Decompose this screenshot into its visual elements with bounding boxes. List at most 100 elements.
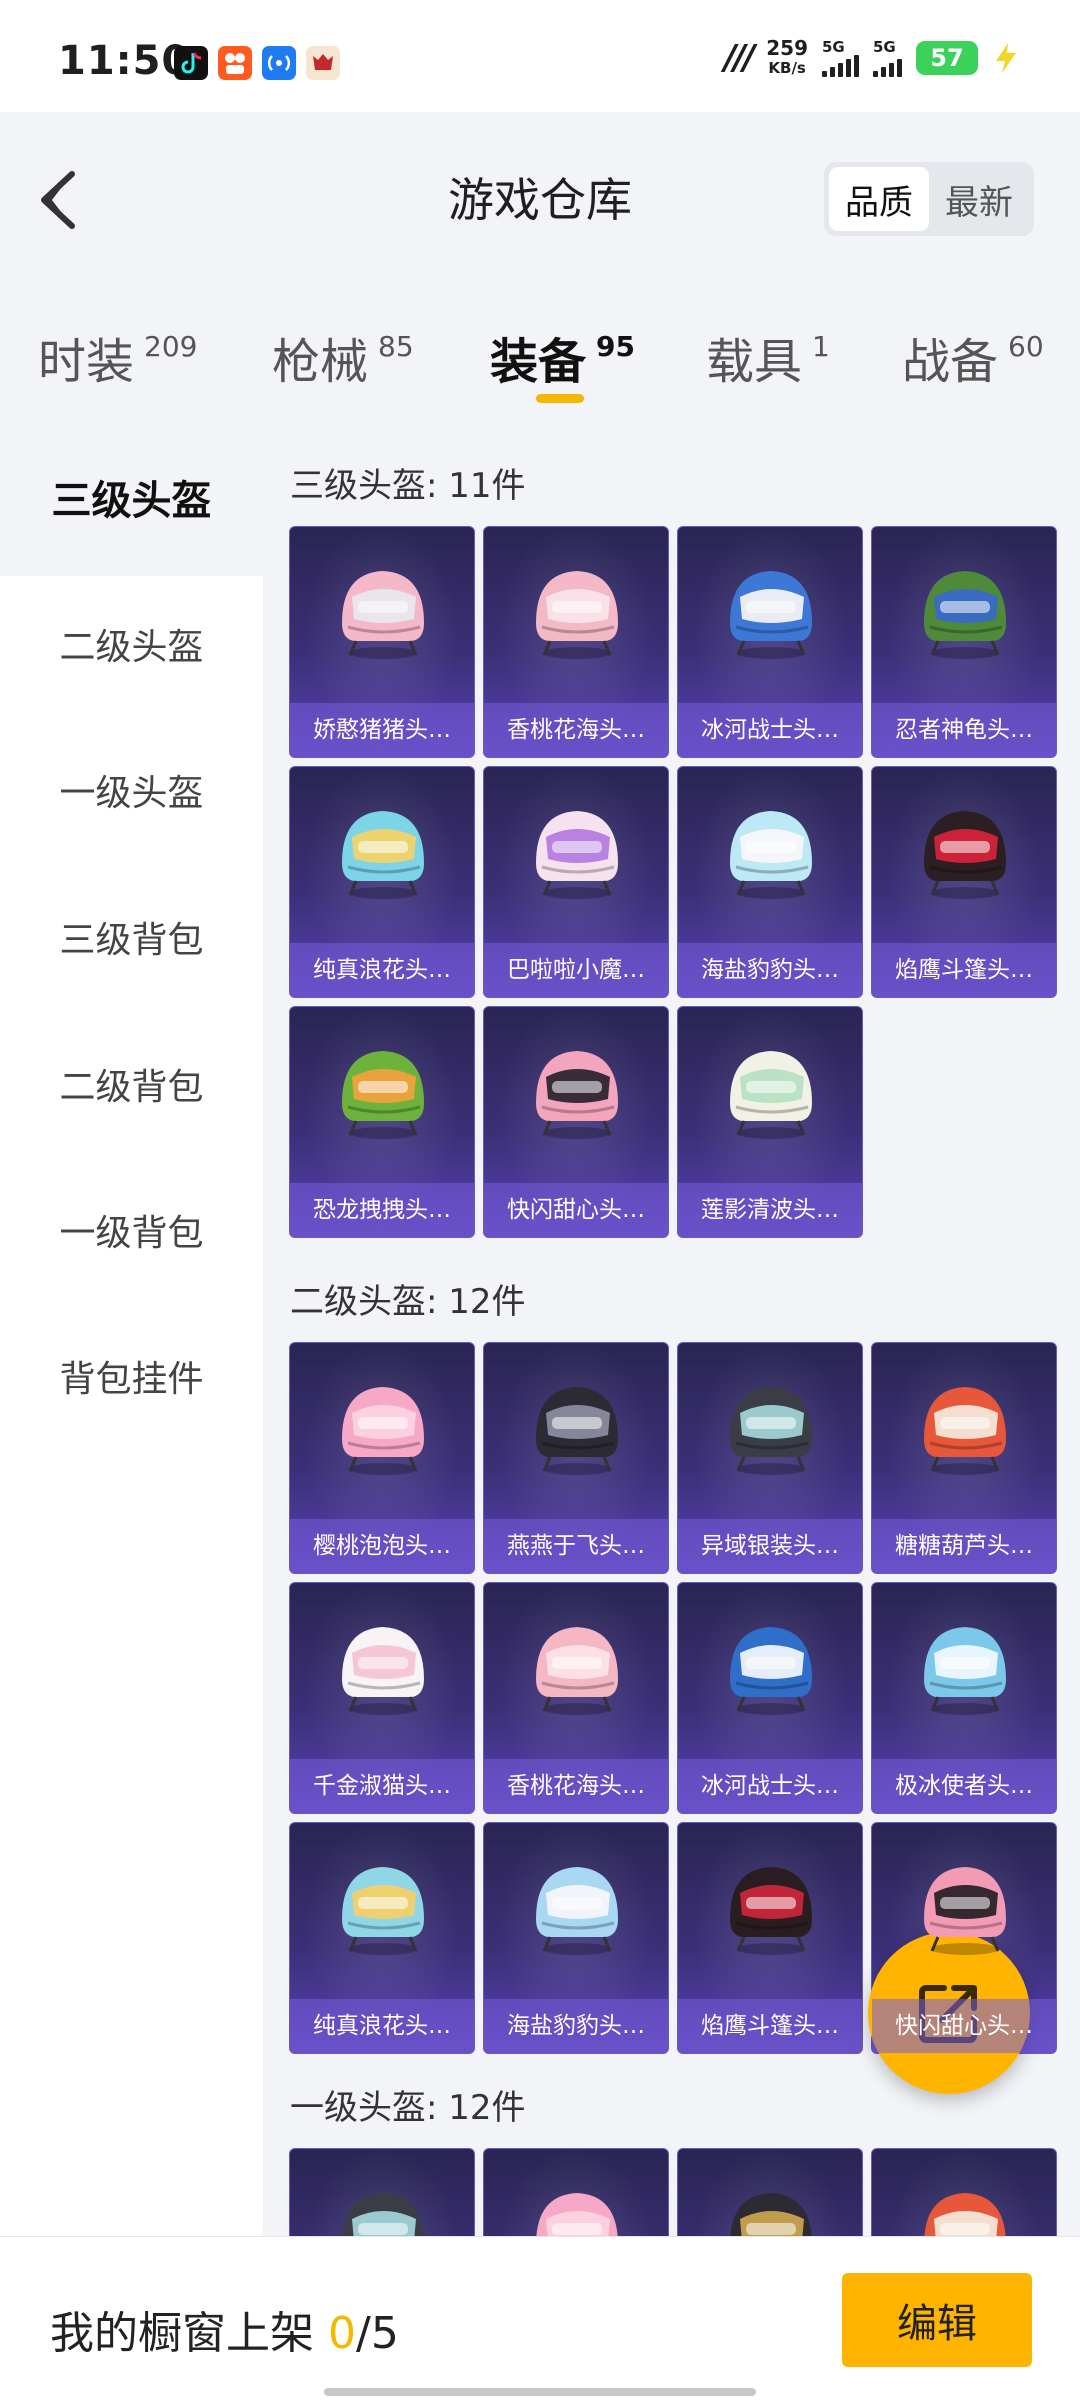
helmet-item-card[interactable]: 糖糖葫芦头… [871, 1342, 1057, 1574]
helmet-item-name: 异域银装头… [678, 1519, 862, 1573]
helmet-item-card[interactable]: 忍者神龟头… [871, 526, 1057, 758]
helmet-icon [536, 1387, 618, 1475]
helmet-item-name: 巴啦啦小魔… [484, 943, 668, 997]
helmet-item-name: 快闪甜心头… [484, 1183, 668, 1237]
network-mode-icon: /// [723, 38, 755, 78]
helmet-icon [536, 1051, 618, 1139]
status-bar: 11:50 /// 259 KB/s 5G 5G 57 [0, 0, 1080, 112]
helmet-item-card[interactable]: 燕燕于飞头… [483, 1342, 669, 1574]
signal-sim1: 5G [822, 39, 859, 77]
sidebar-item-level3-helmet[interactable]: 三级头盔 [0, 426, 263, 576]
helmet-item-card[interactable]: 香桃花海头… [483, 1582, 669, 1814]
helmet-item-card[interactable]: 焰鹰斗篷头… [871, 766, 1057, 998]
tab-vehicles[interactable]: 载具 1 [706, 322, 830, 392]
tab-equipment[interactable]: 装备 95 [490, 322, 635, 392]
status-time: 11:50 [58, 38, 191, 84]
sidebar-item-backpack-charm[interactable]: 背包挂件 [0, 1350, 263, 1402]
helmet-item-card[interactable] [289, 2148, 475, 2236]
helmet-item-name: 莲影清波头… [678, 1183, 862, 1237]
helmet-item-card[interactable] [483, 2148, 669, 2236]
helmet-item-card[interactable]: 极冰使者头… [871, 1582, 1057, 1814]
helmet-item-card[interactable]: 海盐豹豹头… [483, 1822, 669, 2054]
sidebar-item-level2-helmet[interactable]: 二级头盔 [0, 618, 263, 670]
tab-guns[interactable]: 枪械 85 [272, 322, 414, 392]
helmet-item-name: 冰河战士头… [678, 703, 862, 757]
helmet-item-name: 燕燕于飞头… [484, 1519, 668, 1573]
sort-option-quality[interactable]: 品质 [829, 167, 929, 231]
showcase-count: 0 [328, 2308, 356, 2359]
showcase-label: 我的橱窗上架 [50, 2308, 314, 2359]
helmet-icon [730, 811, 812, 899]
sidebar-item-level3-backpack[interactable]: 三级背包 [0, 911, 263, 963]
helmet-item-card[interactable]: 恐龙拽拽头… [289, 1006, 475, 1238]
helmet-item-name: 海盐豹豹头… [484, 1999, 668, 2053]
subcategory-sidebar: 三级头盔 二级头盔 一级头盔 三级背包 二级背包 一级背包 背包挂件 [0, 426, 263, 2236]
helmet-icon [924, 2193, 1006, 2236]
helmet-item-card[interactable]: 海盐豹豹头… [677, 766, 863, 998]
showcase-total: 5 [370, 2308, 399, 2359]
category-tabs: 时装 209 枪械 85 装备 95 载具 1 战备 60 [0, 300, 1080, 410]
helmet-item-card[interactable]: 快闪甜心头… [483, 1006, 669, 1238]
helmet-item-card[interactable]: 千金淑猫头… [289, 1582, 475, 1814]
tab-label: 时装 [38, 334, 135, 390]
home-indicator[interactable] [324, 2388, 756, 2396]
tab-supplies[interactable]: 战备 60 [902, 322, 1044, 392]
helmet-item-card[interactable]: 焰鹰斗篷头… [677, 1822, 863, 2054]
tab-label: 载具 [706, 334, 803, 390]
signal-bars-icon [873, 55, 902, 77]
edit-button[interactable]: 编辑 [842, 2273, 1032, 2367]
section-title: 二级头盔: 12件 [290, 1282, 526, 1322]
helmet-icon [730, 1387, 812, 1475]
helmet-item-card[interactable]: 异域银装头… [677, 1342, 863, 1574]
tab-label: 战备 [902, 334, 999, 390]
helmet-item-card[interactable]: 纯真浪花头… [289, 766, 475, 998]
helmet-item-name: 快闪甜心头… [872, 1999, 1056, 2053]
helmet-item-name: 糖糖葫芦头… [872, 1519, 1056, 1573]
sim2-label: 5G [873, 38, 896, 56]
page-header: 游戏仓库 品质 最新 时装 209 枪械 85 装备 95 载具 1 战备 60 [0, 112, 1080, 426]
helmet-item-card[interactable]: 娇憨猪猪头… [289, 526, 475, 758]
sidebar-item-level1-backpack[interactable]: 一级背包 [0, 1204, 263, 1256]
helmet-item-name: 纯真浪花头… [290, 1999, 474, 2053]
signal-bars-icon [822, 55, 859, 77]
app-root: 11:50 /// 259 KB/s 5G 5G 57 游戏仓库 品质 最新 时… [0, 0, 1080, 2400]
helmet-icon [342, 1627, 424, 1715]
helmet-item-card[interactable]: 香桃花海头… [483, 526, 669, 758]
helmet-icon [924, 1867, 1006, 1955]
helmet-item-card[interactable]: 冰河战士头… [677, 526, 863, 758]
showcase-separator: / [356, 2308, 371, 2359]
helmet-icon [342, 571, 424, 659]
douyin-app-icon [174, 46, 208, 80]
helmet-item-name: 焰鹰斗篷头… [872, 943, 1056, 997]
helmet-item-name: 忍者神龟头… [872, 703, 1056, 757]
sort-option-latest[interactable]: 最新 [929, 167, 1029, 231]
tab-count: 60 [1008, 330, 1044, 363]
helmet-item-name: 恐龙拽拽头… [290, 1183, 474, 1237]
network-speed-unit: KB/s [768, 59, 806, 77]
helmet-item-card[interactable]: 莲影清波头… [677, 1006, 863, 1238]
tab-count: 1 [812, 330, 830, 363]
helmet-item-card[interactable] [871, 2148, 1057, 2236]
tab-label: 枪械 [272, 334, 369, 390]
helmet-item-card[interactable]: 纯真浪花头… [289, 1822, 475, 2054]
helmet-item-name: 极冰使者头… [872, 1759, 1056, 1813]
section-title: 一级头盔: 12件 [290, 2088, 526, 2128]
tab-fashion[interactable]: 时装 209 [38, 322, 197, 392]
status-app-icons [174, 46, 340, 80]
helmet-item-card[interactable]: 冰河战士头… [677, 1582, 863, 1814]
helmet-item-card[interactable] [677, 2148, 863, 2236]
helmet-icon [730, 1867, 812, 1955]
helmet-item-card[interactable]: 巴啦啦小魔… [483, 766, 669, 998]
hotspot-app-icon [262, 46, 296, 80]
status-indicators: /// 259 KB/s 5G 5G 57 [724, 38, 1020, 78]
helmet-icon [730, 571, 812, 659]
helmet-item-card[interactable]: 快闪甜心头… [871, 1822, 1057, 2054]
tab-count: 85 [378, 330, 414, 363]
network-speed-value: 259 [766, 36, 808, 60]
sidebar-item-level2-backpack[interactable]: 二级背包 [0, 1058, 263, 1110]
kuaishou-app-icon [218, 46, 252, 80]
helmet-item-name: 娇憨猪猪头… [290, 703, 474, 757]
sidebar-item-level1-helmet[interactable]: 一级头盔 [0, 764, 263, 816]
helmet-icon [536, 1627, 618, 1715]
helmet-item-card[interactable]: 樱桃泡泡头… [289, 1342, 475, 1574]
